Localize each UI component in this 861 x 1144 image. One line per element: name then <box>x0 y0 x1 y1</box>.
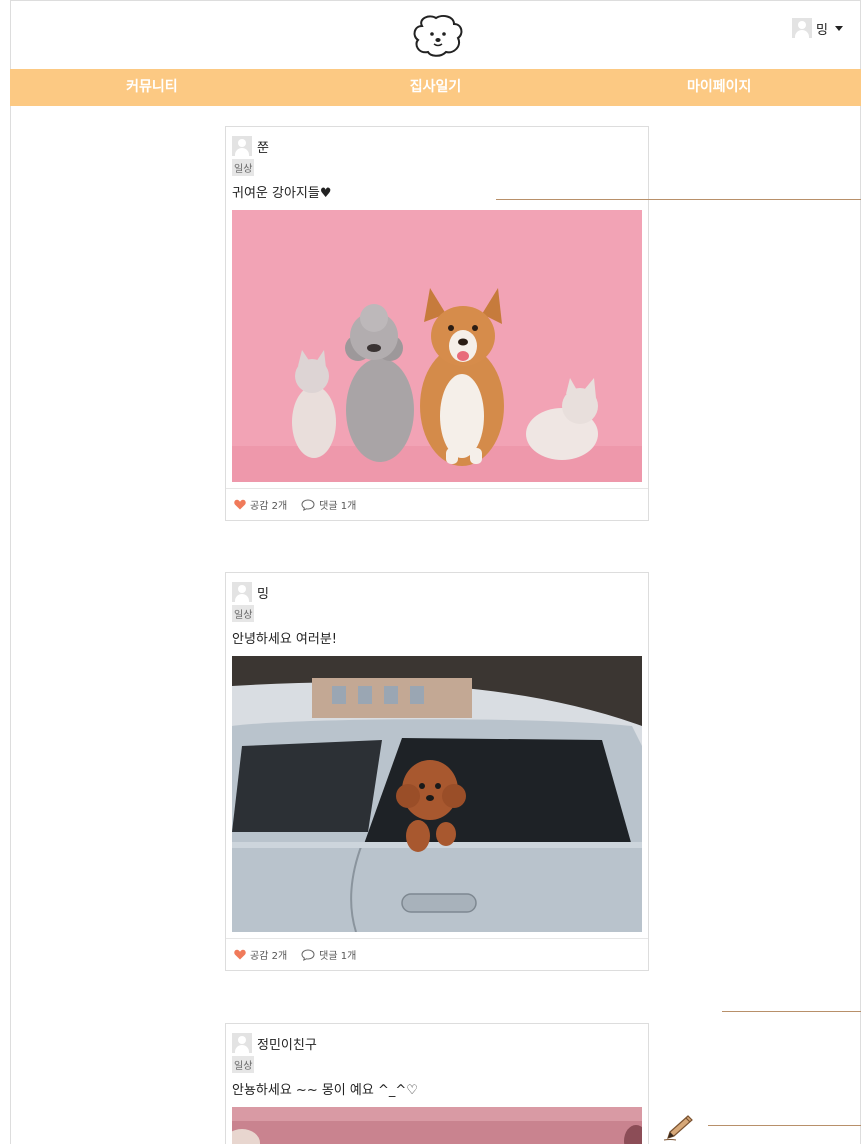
comment-count: 댓글 1개 <box>319 951 357 962</box>
decorative-line <box>496 199 861 200</box>
post-photo[interactable] <box>232 1107 642 1144</box>
post-footer: 공감 2개 댓글 1개 <box>226 488 648 520</box>
pet-photo <box>232 1107 642 1144</box>
like-count: 공감 2개 <box>250 501 288 512</box>
decorative-line <box>708 1125 861 1126</box>
decorative-line <box>722 1011 861 1012</box>
post-photo[interactable] <box>232 210 642 482</box>
avatar-icon <box>792 18 813 38</box>
like-button[interactable]: 공감 2개 <box>234 497 287 512</box>
avatar-icon <box>232 1033 252 1053</box>
heart-icon <box>234 949 246 960</box>
author-name[interactable]: 밍 <box>257 583 269 602</box>
post-footer: 공감 2개 댓글 1개 <box>226 938 648 970</box>
write-pencil-icon[interactable] <box>662 1112 696 1142</box>
tab-mypage[interactable]: 마이페이지 <box>577 69 861 106</box>
pets-photo <box>232 210 642 482</box>
author-name[interactable]: 정민이친구 <box>257 1034 317 1053</box>
category-badge: 일상 <box>232 159 255 176</box>
category-badge: 일상 <box>232 1056 255 1073</box>
post-card[interactable]: 쭌 일상 귀여운 강아지들♥ 공감 2개 댓글 1개 <box>225 126 649 521</box>
comment-button[interactable]: 댓글 1개 <box>301 947 356 962</box>
comment-button[interactable]: 댓글 1개 <box>301 497 356 512</box>
like-button[interactable]: 공감 2개 <box>234 947 287 962</box>
caret-down-icon <box>835 25 843 31</box>
comment-count: 댓글 1개 <box>319 501 357 512</box>
heart-icon <box>234 499 246 510</box>
post-author: 쭌 <box>232 135 642 157</box>
avatar-icon <box>232 136 252 156</box>
avatar-icon <box>232 582 252 602</box>
main-nav: 커뮤니티 집사일기 마이페이지 <box>10 69 861 106</box>
comment-bubble-icon <box>301 948 315 961</box>
comment-bubble-icon <box>301 498 315 511</box>
user-menu[interactable]: 밍 <box>792 18 843 38</box>
post-card[interactable]: 정민이친구 일상 안뇽하세요 ~~ 몽이 예요 ^_^♡ <box>225 1023 649 1144</box>
author-name[interactable]: 쭌 <box>257 137 269 156</box>
post-author: 정민이친구 <box>232 1032 642 1054</box>
header: 밍 <box>10 0 861 68</box>
post-photo[interactable] <box>232 656 642 932</box>
like-count: 공감 2개 <box>250 951 288 962</box>
tab-community[interactable]: 커뮤니티 <box>10 69 294 106</box>
post-title[interactable]: 안녕하세요 여러분! <box>232 628 642 648</box>
dog-in-car-photo <box>232 656 642 932</box>
post-author: 밍 <box>232 581 642 603</box>
post-card[interactable]: 밍 일상 안녕하세요 여러분! 공감 2개 댓글 1개 <box>225 572 649 971</box>
post-title[interactable]: 안뇽하세요 ~~ 몽이 예요 ^_^♡ <box>232 1079 642 1099</box>
category-badge: 일상 <box>232 605 255 622</box>
tab-diary[interactable]: 집사일기 <box>294 69 578 106</box>
dog-logo-icon[interactable] <box>408 12 468 58</box>
user-name: 밍 <box>816 22 828 38</box>
